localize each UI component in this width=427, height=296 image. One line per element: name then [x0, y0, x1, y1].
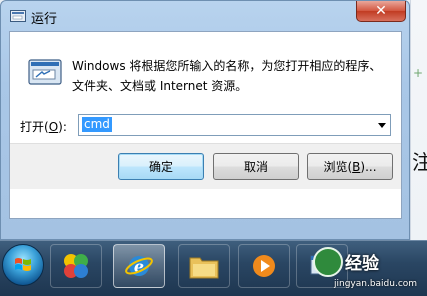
browse-button-label: 浏览(B)...: [323, 158, 376, 175]
background-window: [410, 0, 427, 240]
background-text: 注: [412, 150, 427, 174]
close-icon: ✕: [375, 3, 387, 19]
open-input-value[interactable]: cmd: [82, 117, 112, 132]
open-label-suffix: ):: [58, 120, 67, 134]
taskbar-ie[interactable]: e: [113, 244, 165, 288]
open-label-accesskey: O: [48, 120, 59, 134]
open-label: 打开(O):: [20, 118, 67, 135]
description-line-1: Windows 将根据您所输入的名称，为您打开相应的程序、: [72, 59, 382, 73]
window-title: 运行: [31, 12, 58, 27]
watermark-brand: 经验: [345, 254, 379, 274]
watermark-logo: [313, 247, 343, 277]
taskbar-app-icon[interactable]: [50, 244, 102, 288]
folder-icon: [189, 257, 219, 279]
media-player-icon: [253, 255, 275, 277]
ok-button-label: 确定: [148, 160, 173, 174]
run-dialog: 运行 ✕ Windows 将根据您所输入的名称，为您打开相应的程序、 文件夹、文…: [0, 0, 410, 240]
app-icon: [64, 254, 88, 278]
cancel-button[interactable]: 取消: [213, 153, 299, 180]
open-label-prefix: 打开(: [20, 120, 49, 134]
browse-button[interactable]: 浏览(B)...: [307, 153, 393, 180]
cancel-button-label: 取消: [243, 160, 268, 174]
windows-logo-icon: [15, 258, 31, 271]
browse-label-prefix: 浏览(: [323, 160, 353, 174]
browse-label-suffix: )...: [360, 160, 377, 174]
start-button[interactable]: [2, 244, 44, 286]
description: Windows 将根据您所输入的名称，为您打开相应的程序、 文件夹、文档或 In…: [72, 56, 392, 96]
dialog-body: Windows 将根据您所输入的名称，为您打开相应的程序、 文件夹、文档或 In…: [9, 31, 402, 219]
ok-button[interactable]: 确定: [118, 153, 204, 180]
close-button[interactable]: ✕: [356, 1, 406, 22]
run-program-icon: [28, 59, 62, 85]
open-combobox[interactable]: cmd: [78, 114, 391, 136]
run-dialog-icon: [10, 10, 26, 22]
watermark-url: jingyan.baidu.com: [334, 279, 418, 289]
taskbar-media-player[interactable]: [238, 244, 290, 288]
dropdown-arrow-icon[interactable]: [378, 123, 386, 128]
title-bar[interactable]: 运行 ✕: [1, 1, 409, 31]
plus-icon: +: [413, 66, 424, 80]
description-line-2: 文件夹、文档或 Internet 资源。: [72, 79, 248, 93]
taskbar-folder[interactable]: [178, 244, 230, 288]
ie-icon: e: [125, 256, 153, 276]
